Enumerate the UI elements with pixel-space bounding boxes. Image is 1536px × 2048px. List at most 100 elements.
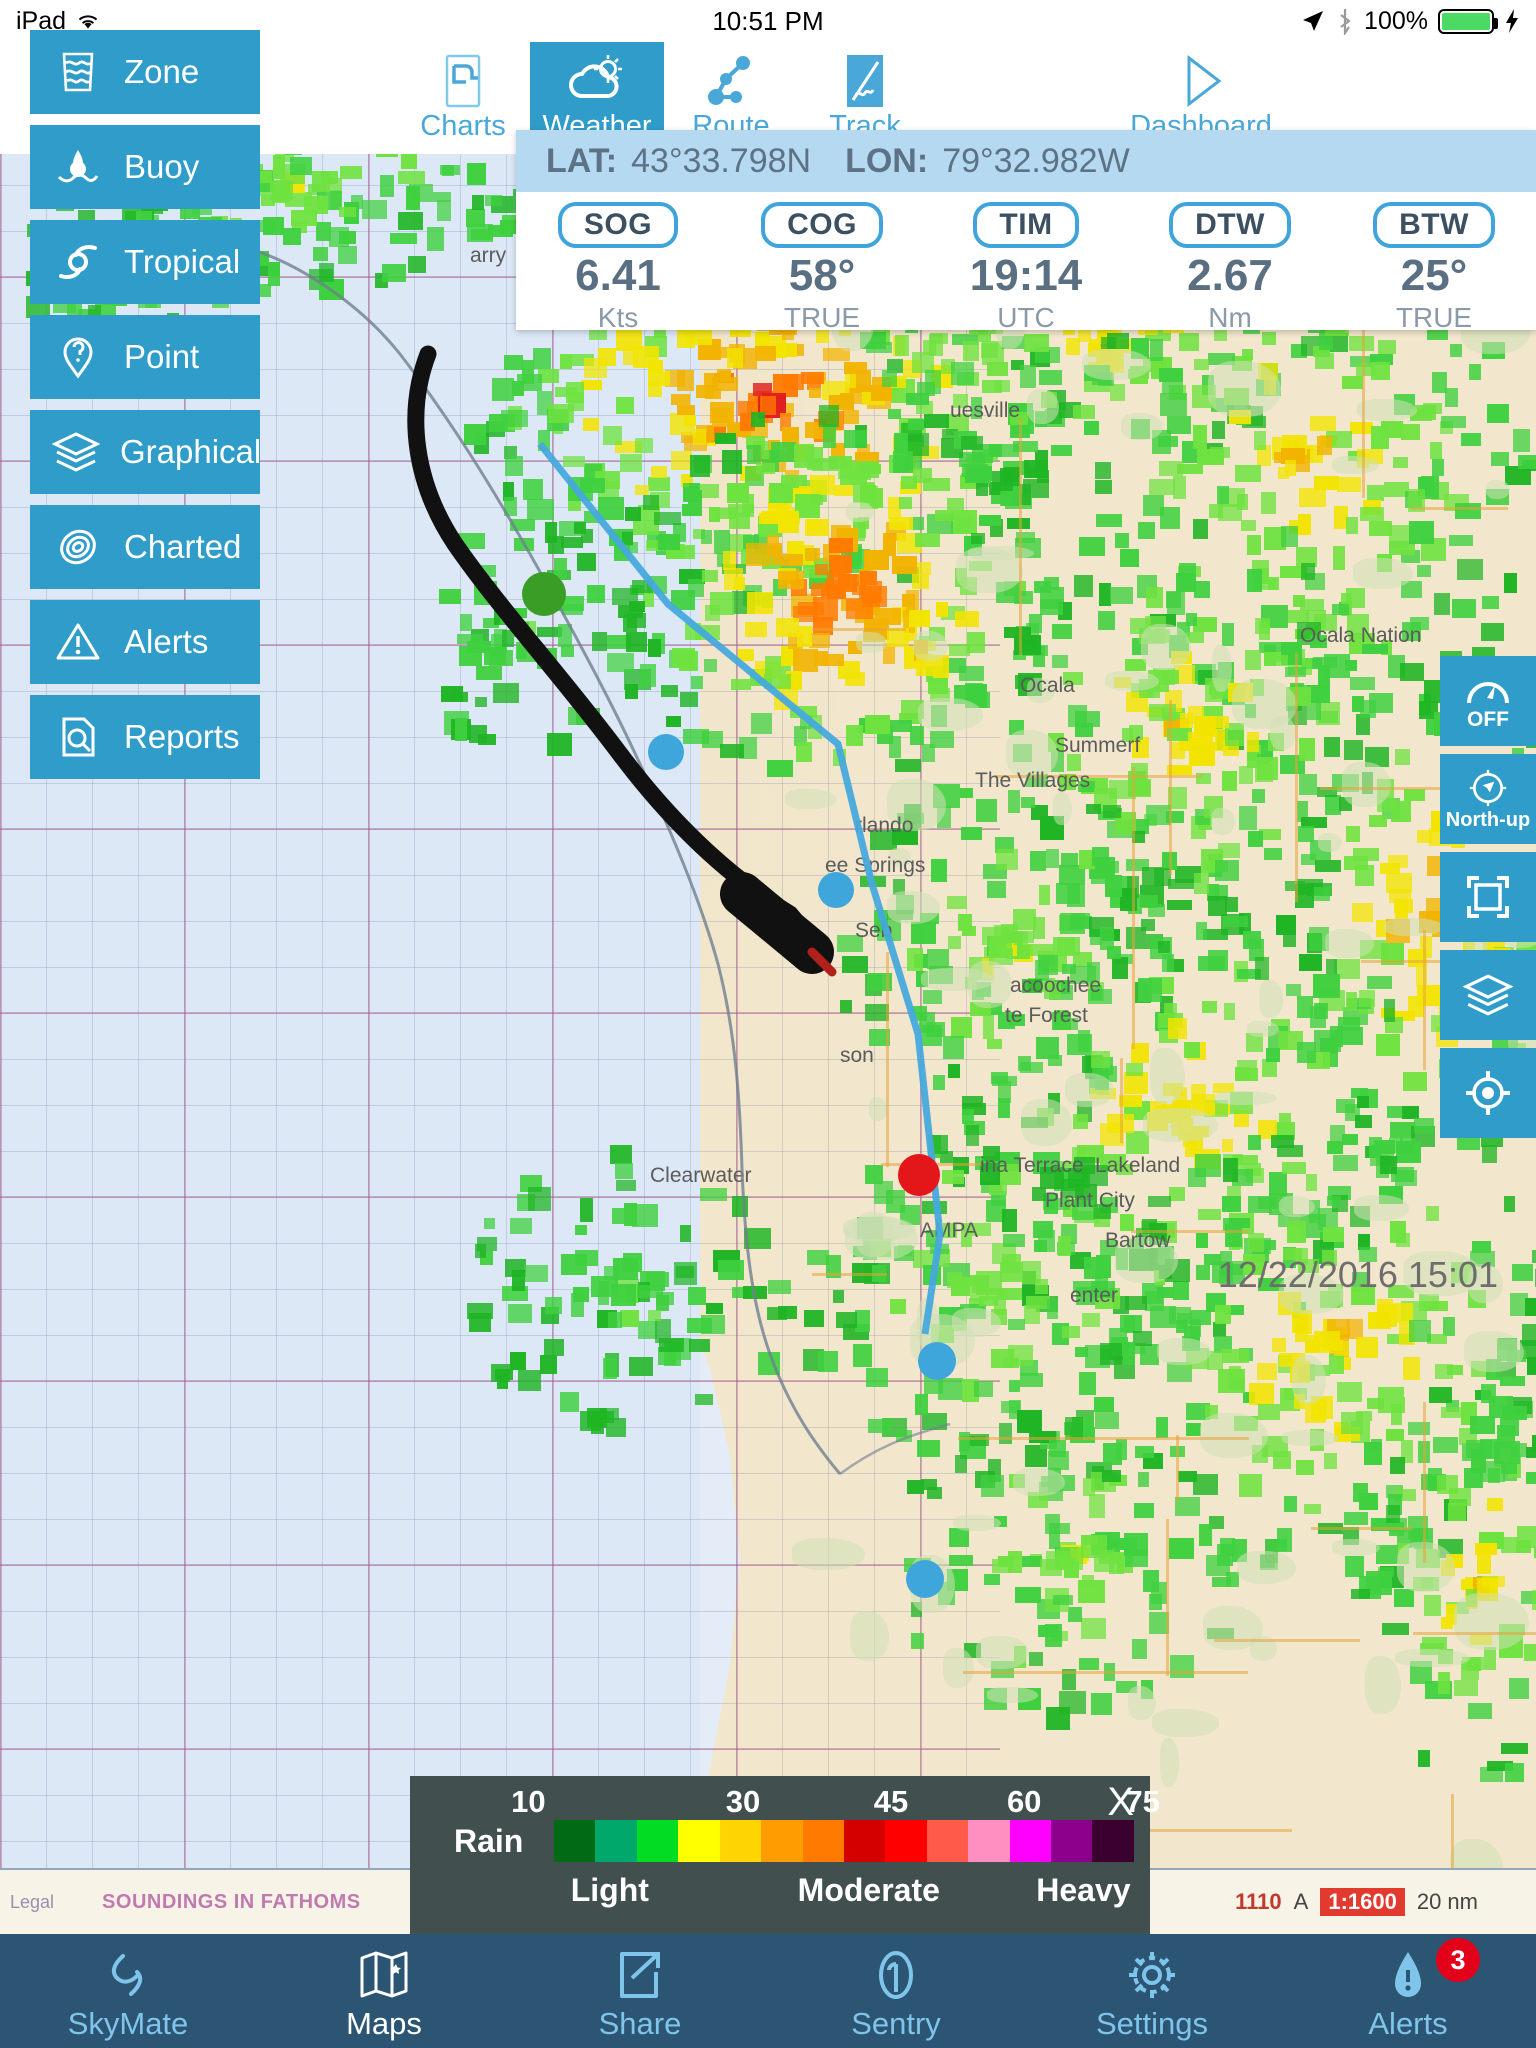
map-place-label: enter	[1070, 1284, 1118, 1307]
legend-color-swatch	[885, 1820, 927, 1862]
center-on-vessel-button[interactable]	[1440, 1048, 1536, 1138]
chart-number: 1110	[1235, 1889, 1282, 1914]
bottom-nav-settings[interactable]: Settings	[1024, 1934, 1280, 2039]
zone-waves-icon	[52, 46, 104, 98]
lon-value: 79°32.982W	[942, 141, 1130, 180]
sidebar-item-graphical[interactable]: Graphical	[30, 410, 261, 494]
legend-tick-label: 60	[1006, 1784, 1042, 1819]
rain-legend-panel: X 10 30 45 60 75 Rain Light Moderate Heavy	[410, 1776, 1160, 1934]
buoy-icon	[52, 141, 104, 193]
legend-tick-label: 30	[725, 1784, 761, 1819]
legend-color-swatch	[802, 1820, 844, 1862]
sentry-buoy-icon	[870, 1946, 922, 2004]
bottom-nav-alerts[interactable]: Alerts 3	[1280, 1934, 1536, 2039]
bottom-nav-label: Share	[598, 2006, 682, 2041]
crosshair-target-icon	[1466, 1071, 1510, 1115]
bottom-nav-label: Alerts	[1368, 2006, 1448, 2041]
battery-icon	[1438, 8, 1498, 34]
nav-field-dtw[interactable]: DTW 2.67 Nm	[1128, 192, 1332, 333]
route-waypoint[interactable]	[818, 872, 854, 908]
sidebar-item-tropical[interactable]: Tropical	[30, 220, 260, 304]
cloud-sun-icon	[566, 50, 628, 112]
legend-color-swatch	[761, 1820, 803, 1862]
bottom-nav-label: SkyMate	[67, 2006, 189, 2041]
map-layers-button[interactable]	[1440, 950, 1536, 1040]
sidebar-item-point[interactable]: Point	[30, 315, 260, 399]
nav-field-unit: UTC	[997, 302, 1055, 333]
compass-icon	[1469, 769, 1507, 807]
nav-field-tim[interactable]: TIM 19:14 UTC	[924, 192, 1128, 333]
nav-field-value: 58°	[788, 251, 856, 300]
sidebar-item-label: Charted	[124, 528, 242, 565]
layers-icon	[52, 426, 100, 478]
map-ctrl-label: OFF	[1467, 707, 1509, 731]
track-line-icon	[836, 50, 894, 112]
legend-tick-label: 45	[873, 1784, 909, 1819]
sidebar-item-alerts[interactable]: Alerts	[30, 600, 260, 684]
bottom-nav-sentry[interactable]: Sentry	[768, 1934, 1024, 2039]
sidebar-item-label: Reports	[124, 718, 240, 755]
nav-field-unit: Kts	[597, 302, 639, 333]
sidebar-item-buoy[interactable]: Buoy	[30, 125, 260, 209]
spiral-icon	[52, 521, 104, 573]
bluetooth-icon	[1340, 9, 1351, 35]
nav-field-unit: TRUE	[783, 302, 861, 333]
nav-field-code: SOG	[557, 202, 679, 248]
speed-gauge-toggle-button[interactable]: OFF	[1440, 656, 1536, 746]
alerts-badge: 3	[1436, 1938, 1480, 1982]
legend-color-swatch	[595, 1820, 637, 1862]
legend-color-swatch	[968, 1820, 1010, 1862]
map-place-label: arry	[470, 244, 507, 267]
nav-field-cog[interactable]: COG 58° TRUE	[720, 192, 924, 333]
route-waypoint[interactable]	[918, 1342, 956, 1380]
route-waypoint[interactable]	[906, 1560, 944, 1598]
map-place-label: AMPA	[920, 1219, 978, 1242]
legend-color-swatch	[636, 1820, 679, 1862]
map-place-label: te Forest	[1005, 1004, 1088, 1027]
route-start-waypoint[interactable]	[522, 572, 566, 616]
bottom-nav-share[interactable]: Share	[512, 1934, 768, 2039]
gauge-icon	[1467, 681, 1509, 703]
document-search-icon	[52, 711, 104, 763]
map-place-label: Seb	[855, 919, 893, 942]
radar-timestamp: 12/22/2016 15:01	[1217, 1254, 1498, 1295]
bottom-nav-label: Settings	[1095, 2006, 1208, 2041]
play-triangle-icon	[1172, 50, 1230, 112]
legend-category-label: Light	[570, 1872, 649, 1908]
chart-scale-info: 1110 A 1:1600 20 nm	[1235, 1888, 1478, 1916]
map-pin-question-icon	[52, 331, 104, 383]
sidebar-item-label: Buoy	[124, 148, 200, 185]
orientation-button[interactable]: North-up	[1440, 754, 1536, 844]
bottom-nav-skymate[interactable]: SkyMate	[0, 1934, 256, 2039]
tab-charts[interactable]: Charts	[396, 42, 530, 154]
status-bar-right: 100%	[1300, 7, 1520, 36]
map-place-label: Summerf	[1055, 734, 1141, 757]
nav-field-value: 25°	[1400, 251, 1468, 300]
legend-color-swatch	[843, 1820, 886, 1862]
nav-field-unit: Nm	[1208, 302, 1252, 333]
sidebar-item-reports[interactable]: Reports	[30, 695, 260, 779]
bottom-nav-maps[interactable]: Maps	[256, 1934, 512, 2039]
legend-tick-label: 10	[511, 1784, 546, 1819]
legend-category-label: Moderate	[797, 1872, 940, 1908]
nav-field-btw[interactable]: BTW 25° TRUE	[1332, 192, 1536, 333]
route-waypoint[interactable]	[648, 734, 684, 770]
alert-exclaim-icon	[1386, 1946, 1430, 2004]
legend-color-swatch	[678, 1820, 720, 1862]
legend-color-swatch	[1092, 1820, 1134, 1862]
nav-field-sog[interactable]: SOG 6.41 Kts	[516, 192, 720, 333]
sidebar-item-label: Alerts	[124, 623, 209, 660]
sidebar-item-zone[interactable]: Zone	[30, 30, 260, 114]
legal-label[interactable]: Legal	[10, 1892, 54, 1913]
fullscreen-button[interactable]	[1440, 852, 1536, 942]
map-place-label: son	[840, 1044, 874, 1067]
map-place-label: uesville	[950, 399, 1021, 422]
sidebar-item-label: Tropical	[124, 243, 241, 280]
nav-fields-row: SOG 6.41 Kts COG 58° TRUE TIM 19:14 UTC …	[516, 192, 1536, 333]
route-destination-waypoint[interactable]	[898, 1154, 940, 1196]
warning-triangle-icon	[52, 616, 104, 668]
map-place-label: Clearwater	[650, 1164, 752, 1187]
legend-color-swatch	[926, 1820, 969, 1862]
tab-charts-label: Charts	[420, 110, 506, 142]
sidebar-item-charted[interactable]: Charted	[30, 505, 260, 589]
